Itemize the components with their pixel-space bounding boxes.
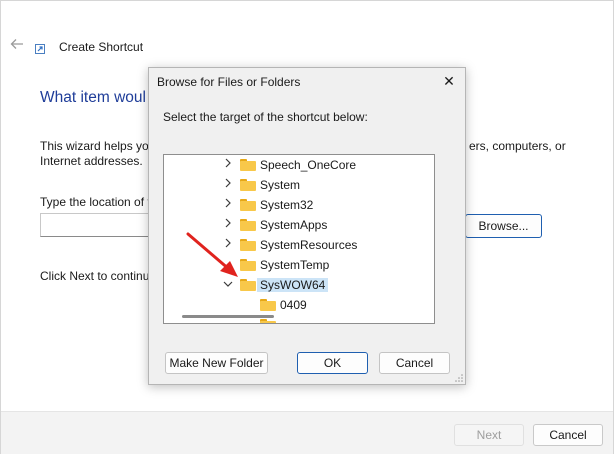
chevron-right-icon[interactable] <box>222 198 234 212</box>
folder-icon <box>240 179 256 191</box>
folder-icon <box>240 159 256 171</box>
resize-grip-icon[interactable] <box>455 374 463 382</box>
tree-item-label: System32 <box>260 198 314 212</box>
tree-item-label: SystemResources <box>260 238 358 252</box>
tree-item-label: 0409 <box>280 298 307 312</box>
dialog-cancel-button[interactable]: Cancel <box>379 352 450 374</box>
folder-icon <box>240 199 256 211</box>
back-arrow-icon[interactable] <box>7 37 27 57</box>
tree-item[interactable]: System <box>164 175 434 195</box>
tree-item-label: SysWOW64 <box>257 278 329 292</box>
next-button[interactable]: Next <box>454 424 524 446</box>
annotation-arrow-icon <box>186 232 238 277</box>
wizard-footer: Next Cancel <box>1 411 613 454</box>
page-heading: What item woul <box>40 89 146 106</box>
tree-item[interactable]: 0409 <box>164 295 434 315</box>
description-text-right: ers, computers, or <box>469 139 566 153</box>
tree-item[interactable]: Speech_OneCore <box>164 155 434 175</box>
description-text: This wizard helps you <box>40 139 156 153</box>
close-icon[interactable]: ✕ <box>437 70 461 92</box>
description-line2: Internet addresses. <box>40 154 143 168</box>
make-new-folder-button[interactable]: Make New Folder <box>165 352 268 374</box>
tree-item-label: SystemApps <box>260 218 328 232</box>
dialog-title: Browse for Files or Folders <box>157 75 301 89</box>
ok-button[interactable]: OK <box>297 352 368 374</box>
tree-item-label: SystemTemp <box>260 258 330 272</box>
tree-item-label: System <box>260 178 301 192</box>
folder-icon <box>260 299 276 311</box>
folder-icon <box>260 319 276 323</box>
window-title: Create Shortcut <box>59 40 144 54</box>
cancel-button[interactable]: Cancel <box>533 424 603 446</box>
tree-item-label: Speech_OneCore <box>260 158 357 172</box>
chevron-right-icon[interactable] <box>222 158 234 172</box>
browse-button[interactable]: Browse... <box>465 214 542 238</box>
horizontal-scrollbar[interactable] <box>182 315 274 318</box>
location-label: Type the location of t <box>40 195 151 209</box>
chevron-right-icon[interactable] <box>222 178 234 192</box>
shortcut-icon <box>35 44 45 54</box>
tree-item[interactable]: System32 <box>164 195 434 215</box>
next-instruction: Click Next to continu <box>40 269 150 283</box>
dialog-prompt: Select the target of the shortcut below: <box>163 110 368 124</box>
